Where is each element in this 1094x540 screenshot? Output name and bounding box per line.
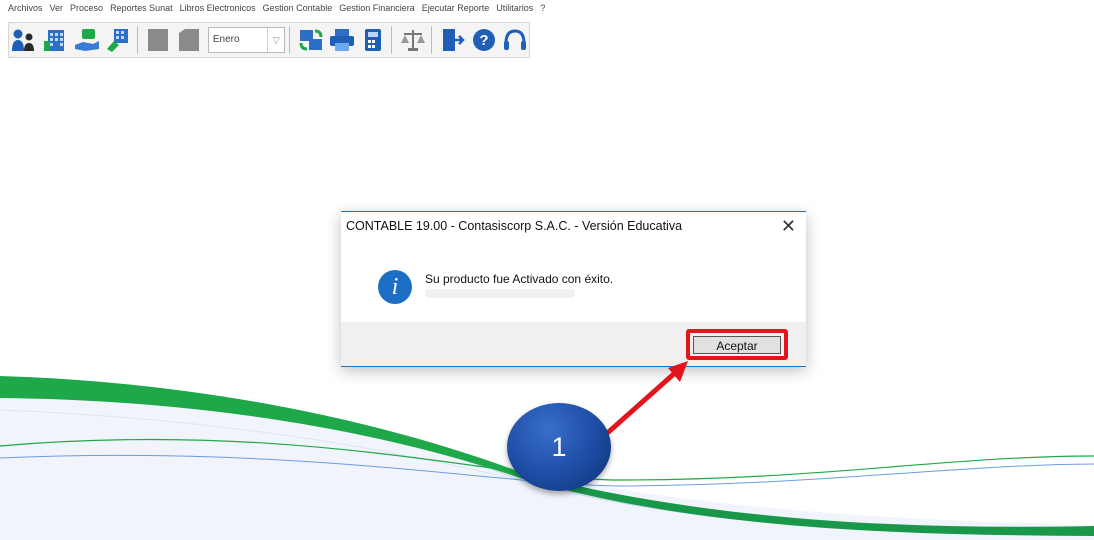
building-icon[interactable]	[42, 25, 71, 55]
accept-button[interactable]: Aceptar	[693, 336, 781, 354]
toolbar-separator	[136, 26, 138, 54]
info-icon: i	[378, 270, 412, 304]
menu-item[interactable]: ?	[540, 0, 552, 13]
hand-money-icon[interactable]	[73, 25, 102, 55]
exit-door-icon[interactable]	[438, 25, 467, 55]
month-select-value: Enero	[212, 34, 240, 45]
doc-gray-icon[interactable]	[144, 25, 173, 55]
menu-item[interactable]: Utilitarios	[496, 0, 540, 13]
toolbar-separator	[391, 26, 393, 54]
menu-item[interactable]: Archivos	[8, 0, 50, 13]
menu-item[interactable]: Reportes Sunat	[110, 0, 180, 13]
menu-bar: Archivos Ver Proceso Reportes Sunat Libros E…	[0, 0, 1094, 17]
sync-icon[interactable]	[296, 25, 325, 55]
help-icon[interactable]: ?	[469, 25, 498, 55]
activation-dialog: CONTABLE 19.00 - Contasiscorp S.A.C. - V…	[341, 211, 806, 367]
printer-icon[interactable]	[327, 25, 356, 55]
toolbar-separator	[431, 26, 433, 54]
toolbar-separator	[289, 26, 291, 54]
toolbar: Enero ▽ ?	[8, 22, 530, 58]
svg-text:?: ?	[479, 32, 488, 49]
step-badge: 1	[507, 403, 611, 491]
dialog-footer: Aceptar	[341, 322, 806, 367]
menu-item[interactable]: Gestion Contable	[263, 0, 340, 13]
balance-icon[interactable]	[398, 25, 427, 55]
doc-gray-icon-2[interactable]	[175, 25, 204, 55]
clipboard-icon[interactable]	[104, 25, 133, 55]
calculator-icon[interactable]	[358, 25, 387, 55]
headset-icon[interactable]	[500, 25, 529, 55]
close-icon[interactable]: ✕	[781, 217, 796, 235]
dialog-message: Su producto fue Activado con éxito.	[425, 272, 614, 286]
menu-item[interactable]: Ejecutar Reporte	[422, 0, 497, 13]
step-number: 1	[551, 431, 567, 462]
blurred-text	[425, 289, 575, 298]
month-select[interactable]: Enero ▽	[207, 27, 286, 53]
dialog-title: CONTABLE 19.00 - Contasiscorp S.A.C. - V…	[346, 219, 683, 233]
chevron-down-icon[interactable]: ▽	[267, 28, 284, 52]
menu-item[interactable]: Gestion Financiera	[339, 0, 422, 13]
users-icon[interactable]	[11, 25, 40, 55]
menu-item[interactable]: Libros Electronicos	[180, 0, 263, 13]
menu-item[interactable]: Proceso	[70, 0, 110, 13]
menu-item[interactable]: Ver	[50, 0, 71, 13]
